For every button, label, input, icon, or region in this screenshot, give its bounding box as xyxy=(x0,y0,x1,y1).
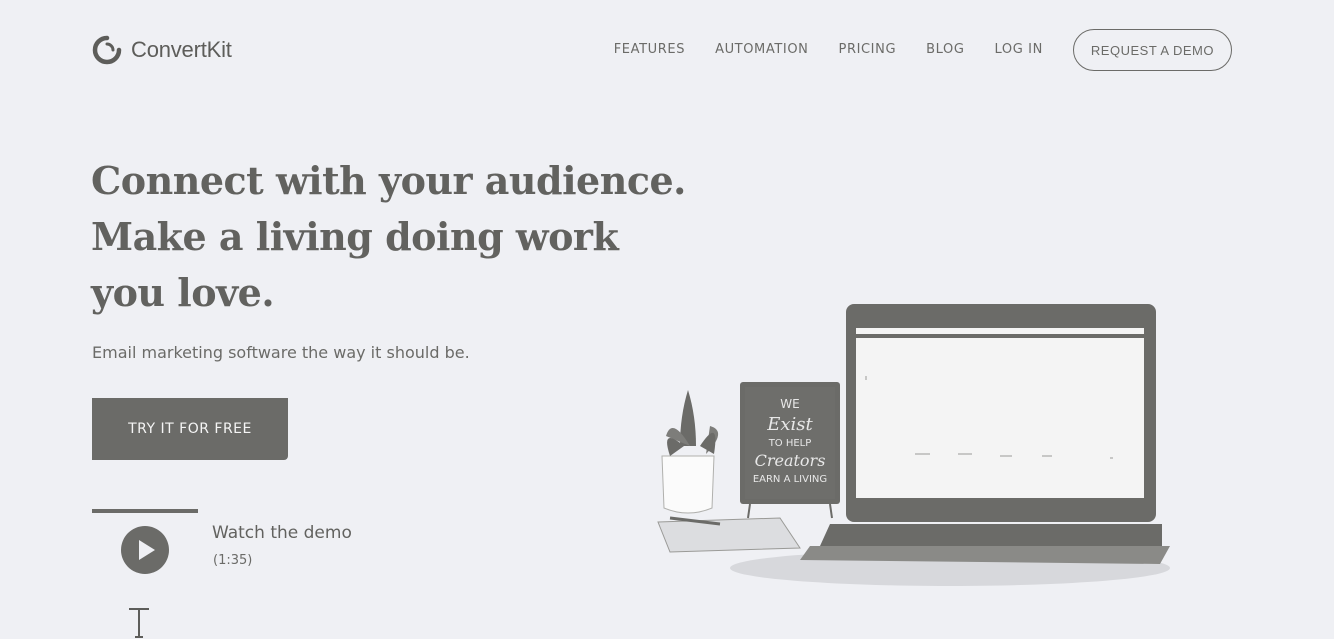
sign-line-1: WE xyxy=(780,397,799,411)
video-duration: (1:35) xyxy=(213,553,253,568)
nav-pricing[interactable]: PRICING xyxy=(839,29,897,71)
potted-plant-icon xyxy=(661,390,719,514)
nav-log-in[interactable]: LOG IN xyxy=(995,29,1043,71)
notebook-icon xyxy=(657,517,801,553)
try-free-button[interactable]: TRY IT FOR FREE xyxy=(92,398,288,460)
desk-illustration: WE Exist TO HELP Creators EARN A LIVING xyxy=(657,304,1170,586)
brand-name: ConvertKit xyxy=(131,37,232,62)
request-demo-button[interactable]: REQUEST A DEMO xyxy=(1072,29,1232,71)
watch-demo-video[interactable]: Watch the demo (1:35) xyxy=(92,509,392,579)
site-header: ConvertKit FEATURES AUTOMATION PRICING B… xyxy=(0,0,1334,100)
convertkit-logo-icon xyxy=(92,35,122,65)
hero-subtitle: Email marketing software the way it shou… xyxy=(92,343,470,362)
sign-line-4: Creators xyxy=(755,451,826,470)
play-icon[interactable] xyxy=(120,525,170,575)
nav-features[interactable]: FEATURES xyxy=(614,29,685,71)
sign-line-2: Exist xyxy=(766,414,813,435)
nav-automation[interactable]: AUTOMATION xyxy=(715,29,808,71)
video-thumbnail[interactable] xyxy=(92,509,198,579)
text-cursor-icon xyxy=(129,608,149,638)
brand-logo[interactable]: ConvertKit xyxy=(91,34,232,66)
hero-headline: Connect with your audience. Make a livin… xyxy=(91,153,731,321)
sign-line-3: TO HELP xyxy=(768,438,812,449)
main-nav: FEATURES AUTOMATION PRICING BLOG LOG IN … xyxy=(614,29,1232,71)
hero-headline-line-3: you love. xyxy=(91,270,275,315)
hero-headline-line-1: Connect with your audience. xyxy=(91,158,686,203)
motivational-sign: WE Exist TO HELP Creators EARN A LIVING xyxy=(740,382,840,519)
hero-headline-line-2: Make a living doing work xyxy=(91,214,619,259)
sign-line-5: EARN A LIVING xyxy=(753,474,827,485)
video-title[interactable]: Watch the demo xyxy=(212,523,352,543)
nav-blog[interactable]: BLOG xyxy=(926,29,964,71)
laptop-icon xyxy=(800,304,1170,564)
